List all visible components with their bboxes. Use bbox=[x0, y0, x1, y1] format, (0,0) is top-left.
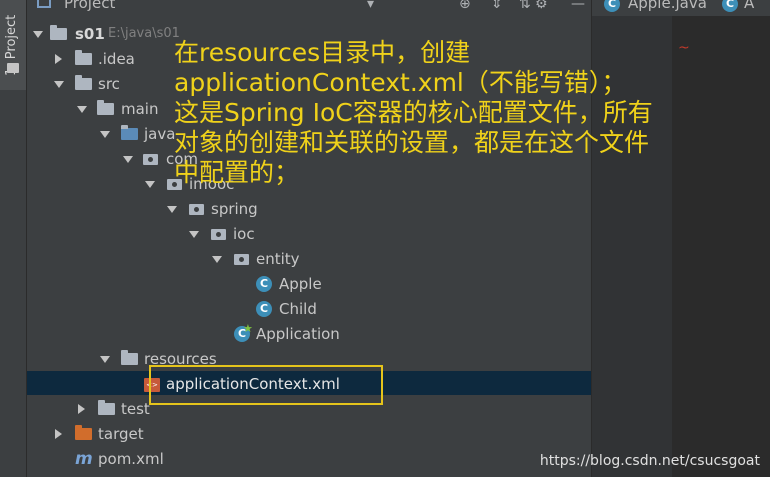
collapse-arrow-icon[interactable] bbox=[78, 404, 85, 414]
folder-icon bbox=[75, 50, 92, 65]
module-path: E:\java\s01 bbox=[108, 26, 180, 41]
editor-tab-apple-java[interactable]: Apple.java bbox=[628, 0, 707, 12]
tree-item-label: s01 bbox=[75, 25, 105, 43]
expand-arrow-icon[interactable] bbox=[123, 156, 133, 163]
maven-icon: m bbox=[75, 449, 93, 469]
expand-arrow-icon[interactable] bbox=[33, 31, 43, 38]
annotation-text: 在resources目录中，创建 applicationContext.xml（… bbox=[174, 38, 764, 188]
tree-item-label: spring bbox=[211, 200, 258, 218]
editor-tab-bar: C Apple.java C A bbox=[592, 0, 770, 16]
folder-icon bbox=[97, 100, 114, 115]
folder-icon bbox=[75, 75, 92, 90]
tree-item-label: Child bbox=[279, 300, 317, 318]
expand-arrow-icon[interactable] bbox=[212, 256, 222, 263]
module-folder-icon bbox=[50, 25, 67, 40]
project-panel-title[interactable]: Project bbox=[64, 0, 115, 12]
tree-item-label: test bbox=[121, 400, 150, 418]
expand-arrow-icon[interactable] bbox=[145, 181, 155, 188]
package-icon bbox=[189, 204, 204, 215]
run-marker-icon: ★ bbox=[243, 322, 253, 335]
tree-item-label: pom.xml bbox=[98, 450, 164, 468]
tree-item-label: main bbox=[121, 100, 159, 118]
locate-icon[interactable]: ⊕ bbox=[459, 0, 471, 12]
folder-icon bbox=[7, 63, 19, 73]
annotation-highlight-box bbox=[149, 365, 383, 405]
package-icon bbox=[234, 254, 249, 265]
editor-tab-application[interactable]: A bbox=[744, 0, 754, 12]
annotation-line: applicationContext.xml（不能写错）； bbox=[174, 68, 627, 97]
tree-item-pom[interactable]: m pom.xml bbox=[27, 447, 587, 471]
tool-window-strip: 1: Project bbox=[0, 0, 27, 477]
tree-item-entity[interactable]: entity bbox=[27, 247, 587, 271]
expand-icon[interactable]: ⇕ bbox=[491, 0, 503, 12]
tree-item-label: entity bbox=[256, 250, 300, 268]
project-tool-tab[interactable]: 1: Project bbox=[0, 0, 26, 90]
tree-item-label: target bbox=[98, 425, 144, 443]
class-icon: C bbox=[256, 276, 272, 292]
tree-item-label: Apple bbox=[279, 275, 322, 293]
package-icon bbox=[143, 154, 158, 165]
tree-item-ioc[interactable]: ioc bbox=[27, 222, 587, 246]
source-folder-icon bbox=[121, 125, 138, 140]
excluded-folder-icon bbox=[75, 425, 92, 440]
project-toolbar: Project ▾ ⊕ ⇕ ⇅ ⚙ — bbox=[27, 0, 591, 16]
expand-arrow-icon[interactable] bbox=[100, 356, 110, 363]
collapse-arrow-icon[interactable] bbox=[55, 54, 62, 64]
tree-item-application[interactable]: C ★ Application bbox=[27, 322, 587, 346]
tree-item-target[interactable]: target bbox=[27, 422, 587, 446]
folder-icon bbox=[98, 400, 115, 415]
main-class-icon: C ★ bbox=[234, 322, 253, 342]
tree-item-apple[interactable]: C Apple bbox=[27, 272, 587, 296]
class-icon: C bbox=[604, 0, 620, 12]
tree-item-label: java bbox=[144, 125, 176, 143]
collapse-icon[interactable]: ⇅ bbox=[519, 0, 531, 12]
annotation-line: 中配置的； bbox=[174, 158, 300, 187]
annotation-line: 在resources目录中，创建 bbox=[174, 38, 471, 67]
expand-arrow-icon[interactable] bbox=[189, 231, 199, 238]
gear-icon[interactable]: ⚙ bbox=[535, 0, 548, 12]
annotation-line: 对象的创建和关联的设置，都是在这个文件 bbox=[174, 128, 650, 157]
tree-item-spring[interactable]: spring bbox=[27, 197, 587, 221]
expand-arrow-icon[interactable] bbox=[77, 106, 87, 113]
annotation-line: 这是Spring IoC容器的核心配置文件，所有 bbox=[174, 98, 653, 127]
tree-item-label: src bbox=[98, 75, 120, 93]
class-icon: C bbox=[256, 301, 272, 317]
resources-folder-icon bbox=[121, 350, 138, 365]
tree-item-label: Application bbox=[256, 325, 340, 343]
package-icon bbox=[211, 229, 226, 240]
collapse-arrow-icon[interactable] bbox=[55, 429, 62, 439]
hide-icon[interactable]: — bbox=[571, 0, 585, 12]
class-icon: C bbox=[722, 0, 738, 12]
tree-item-label: ioc bbox=[233, 225, 255, 243]
expand-arrow-icon[interactable] bbox=[167, 206, 177, 213]
watermark: https://blog.csdn.net/csucsgoat bbox=[539, 453, 760, 469]
chevron-down-icon[interactable]: ▾ bbox=[367, 0, 374, 12]
tree-item-label: .idea bbox=[98, 50, 135, 68]
project-view-icon bbox=[37, 0, 51, 8]
expand-arrow-icon[interactable] bbox=[100, 131, 110, 138]
expand-arrow-icon[interactable] bbox=[54, 81, 64, 88]
tree-item-child[interactable]: C Child bbox=[27, 297, 587, 321]
